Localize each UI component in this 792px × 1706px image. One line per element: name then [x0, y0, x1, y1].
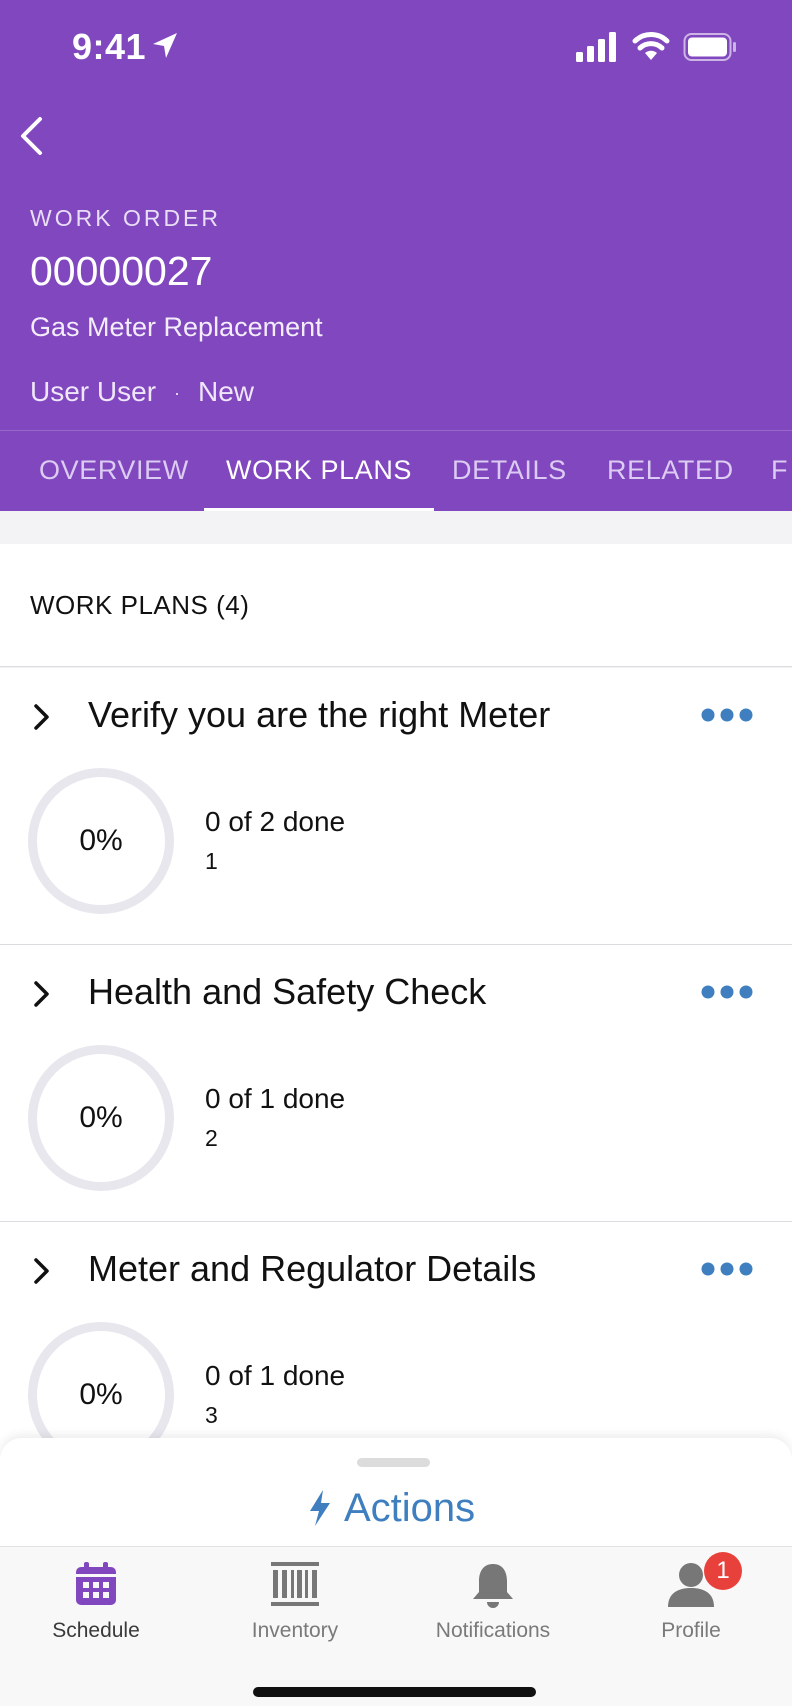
- more-options-icon[interactable]: [700, 1258, 754, 1280]
- tab-work-plans[interactable]: WORK PLANS: [203, 431, 435, 511]
- battery-icon: [683, 33, 736, 61]
- work-order-meta: User User · New: [30, 376, 254, 408]
- steps-done: 0 of 1 done: [205, 1083, 346, 1114]
- work-order-header: 9:41 WORK ORDER 00000027 Gas Meter Repla…: [0, 0, 792, 511]
- status-value: New: [198, 376, 255, 407]
- status-bar: 9:41: [0, 0, 792, 94]
- work-plan-card[interactable]: Health and Safety Check 0% 0 of 1 done 2: [0, 945, 792, 1222]
- wifi-icon: [632, 32, 670, 60]
- execution-order: 3: [205, 1402, 218, 1428]
- execution-order: 2: [205, 1125, 218, 1151]
- progress-percent: 0%: [79, 824, 123, 857]
- bolt-icon: [310, 1490, 330, 1526]
- chevron-right-icon[interactable]: [30, 979, 54, 1009]
- progress-percent: 0%: [79, 1101, 123, 1134]
- record-tabs: OVERVIEW WORK PLANS DETAILS RELATED F: [0, 430, 792, 511]
- tab-bar-label: Inventory: [251, 1619, 339, 1642]
- bottom-tab-bar: Schedule Inventory Notifications Profile: [0, 1546, 792, 1706]
- work-plan-card[interactable]: Verify you are the right Meter 0% 0 of 2…: [0, 668, 792, 945]
- owner-name: User User: [30, 376, 157, 407]
- tab-overflow[interactable]: F: [771, 431, 788, 511]
- back-chevron-icon[interactable]: [14, 113, 50, 159]
- chevron-right-icon[interactable]: [30, 1256, 54, 1286]
- status-time: 9:41: [72, 26, 147, 67]
- tab-bar-profile[interactable]: Profile: [592, 1547, 790, 1657]
- work-plan-title: Verify you are the right Meter: [88, 694, 551, 735]
- home-indicator[interactable]: [253, 1687, 536, 1697]
- steps-done: 0 of 1 done: [205, 1360, 346, 1391]
- chevron-right-icon[interactable]: [30, 702, 54, 732]
- record-type-label: WORK ORDER: [30, 205, 221, 231]
- notification-badge: 1: [704, 1552, 742, 1590]
- actions-button[interactable]: Actions: [306, 1482, 475, 1534]
- barcode-icon: [271, 1562, 319, 1606]
- tab-related[interactable]: RELATED: [607, 431, 734, 511]
- work-order-subject: Gas Meter Replacement: [30, 312, 323, 342]
- section-title: WORK PLANS (4): [0, 544, 792, 667]
- more-options-icon[interactable]: [700, 704, 754, 726]
- actions-label: Actions: [344, 1485, 476, 1530]
- location-arrow-icon: [153, 33, 177, 58]
- execution-order: 1: [205, 848, 218, 874]
- sheet-grabber[interactable]: [357, 1458, 430, 1467]
- work-plans-panel: WORK PLANS (4): [0, 544, 792, 667]
- tab-bar-inventory[interactable]: Inventory: [196, 1547, 394, 1657]
- tab-bar-schedule[interactable]: Schedule: [0, 1547, 195, 1657]
- work-plan-title: Meter and Regulator Details: [88, 1248, 537, 1289]
- steps-done: 0 of 2 done: [205, 806, 346, 837]
- tab-details[interactable]: DETAILS: [452, 431, 567, 511]
- more-options-icon[interactable]: [700, 981, 754, 1003]
- work-plan-title: Health and Safety Check: [88, 971, 487, 1012]
- tab-bar-label: Profile: [661, 1619, 721, 1642]
- bell-icon: [473, 1564, 513, 1608]
- tab-overview[interactable]: OVERVIEW: [39, 431, 189, 511]
- tab-bar-label: Notifications: [435, 1619, 551, 1642]
- meta-separator: ·: [174, 383, 181, 404]
- tab-bar-notifications[interactable]: Notifications: [394, 1547, 592, 1657]
- cellular-signal-icon: [576, 32, 616, 62]
- tab-bar-label: Schedule: [52, 1619, 140, 1642]
- calendar-icon: [76, 1562, 116, 1605]
- actions-sheet[interactable]: Actions: [0, 1438, 792, 1546]
- work-order-number: 00000027: [30, 248, 213, 294]
